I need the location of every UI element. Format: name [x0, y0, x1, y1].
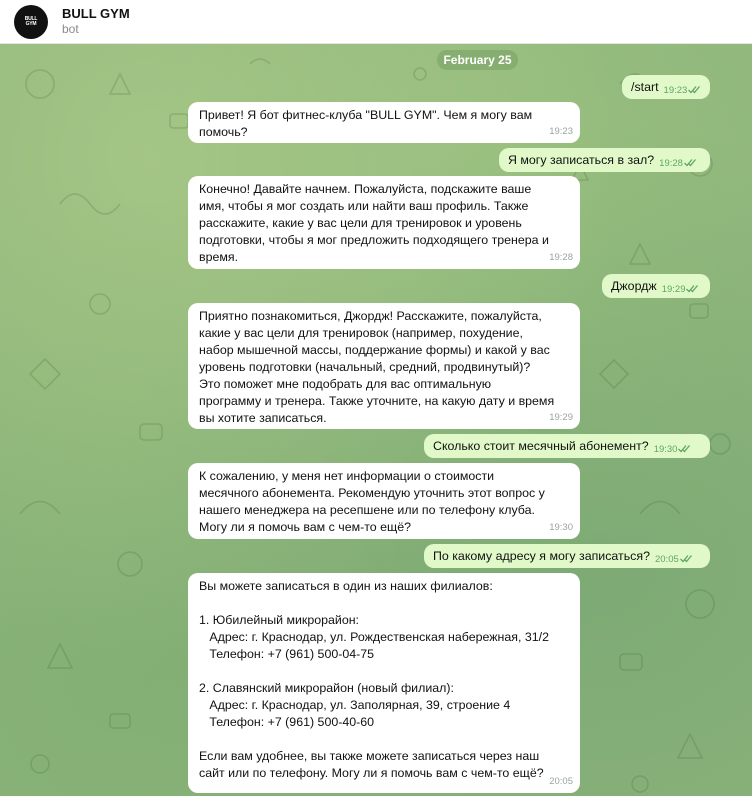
message-time: 20:05 [549, 776, 573, 787]
message-text: Приятно познакомиться, Джордж! Расскажит… [199, 309, 555, 425]
message-incoming[interactable]: Конечно! Давайте начнем. Пожалуйста, под… [188, 176, 580, 269]
message-outgoing[interactable]: По какому адресу я могу записаться? 20:0… [424, 544, 710, 568]
message-text: Конечно! Давайте начнем. Пожалуйста, под… [199, 182, 549, 264]
message-text: Джордж [611, 278, 657, 293]
message-text: Привет! Я бот фитнес-клуба "BULL GYM". Ч… [199, 108, 533, 139]
message-outgoing[interactable]: /start 19:23 [622, 75, 710, 99]
message-incoming[interactable]: Вы можете записаться в один из наших фил… [188, 573, 580, 793]
message-incoming[interactable]: К сожалению, у меня нет информации о сто… [188, 463, 580, 539]
double-check-icon [679, 555, 692, 563]
message-text: По какому адресу я могу записаться? [433, 548, 650, 563]
double-check-icon [678, 445, 691, 453]
message-incoming[interactable]: Приятно познакомиться, Джордж! Расскажит… [188, 303, 580, 429]
message-text: Я могу записаться в зал? [508, 152, 655, 167]
message-incoming[interactable]: Привет! Я бот фитнес-клуба "BULL GYM". Ч… [188, 102, 580, 143]
message-time: 19:23 [549, 126, 573, 137]
message-time: 19:28 [549, 252, 573, 263]
chat-subtitle: bot [62, 22, 79, 36]
date-separator: February 25 [437, 50, 518, 70]
double-check-icon [688, 86, 701, 94]
message-text: Сколько стоит месячный абонемент? [433, 438, 649, 453]
avatar[interactable]: BULL GYM [14, 4, 48, 39]
double-check-icon [686, 285, 699, 293]
double-check-icon [683, 159, 696, 167]
message-outgoing[interactable]: Я могу записаться в зал? 19:28 [499, 148, 710, 172]
message-outgoing[interactable]: Джордж 19:29 [602, 274, 710, 298]
chat-area[interactable]: February 25 /start 19:23 Привет! Я бот ф… [0, 44, 752, 796]
message-time: 19:29 [662, 281, 700, 298]
message-text: /start [631, 79, 659, 94]
message-time: 19:30 [549, 522, 573, 533]
message-time: 19:29 [549, 412, 573, 423]
chat-header: BULL GYM BULL GYM bot [0, 0, 752, 44]
message-text: Вы можете записаться в один из наших фил… [199, 579, 549, 780]
chat-title-block[interactable]: BULL GYM bot [62, 6, 130, 37]
message-time: 20:05 [655, 551, 693, 568]
bull-logo-icon: BULL GYM [24, 15, 38, 27]
chat-title: BULL GYM [62, 6, 130, 21]
message-text: К сожалению, у меня нет информации о сто… [199, 469, 545, 534]
message-time: 19:30 [654, 441, 692, 458]
message-outgoing[interactable]: Сколько стоит месячный абонемент? 19:30 [424, 434, 710, 458]
message-time: 19:28 [659, 155, 697, 172]
message-time: 19:23 [664, 82, 702, 99]
